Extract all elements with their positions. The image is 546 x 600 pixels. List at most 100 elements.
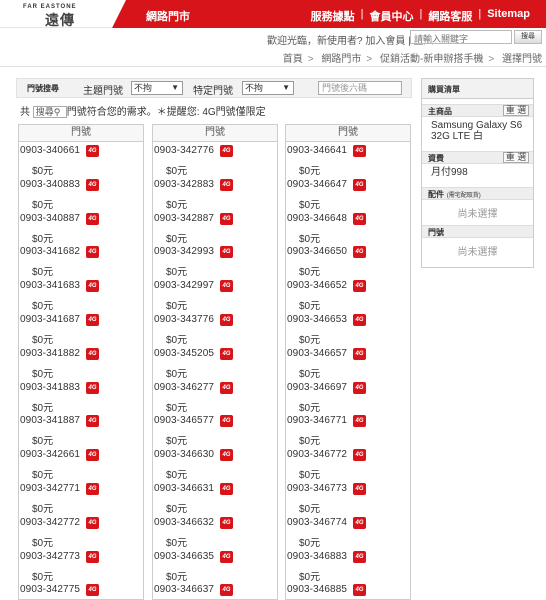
number-item[interactable]: 0903-340661 4G $0元 bbox=[19, 142, 143, 177]
reselect-product-button[interactable]: 重 選 bbox=[503, 105, 529, 116]
number-item[interactable]: 0903-342776 4G $0元 bbox=[153, 142, 277, 177]
number-item[interactable]: 0903-342772 4G $0元 bbox=[19, 514, 143, 549]
mini-search-input[interactable]: 搜尋⚲ bbox=[32, 106, 67, 119]
phone-number[interactable]: 0903-346577 bbox=[154, 415, 214, 426]
phone-number[interactable]: 0903-342997 bbox=[154, 280, 214, 291]
number-item[interactable]: 0903-3427754G$0元 bbox=[19, 581, 143, 599]
number-item[interactable]: 0903-341882 4G $0元 bbox=[19, 345, 143, 380]
number-item[interactable]: 0903-346577 4G $0元 bbox=[153, 412, 277, 447]
phone-number[interactable]: 0903-346637 bbox=[154, 584, 214, 595]
phone-number[interactable]: 0903-346883 bbox=[287, 551, 347, 562]
number-item[interactable]: 0903-342887 4G $0元 bbox=[153, 210, 277, 245]
phone-number[interactable]: 0903-341883 bbox=[20, 382, 80, 393]
number-item[interactable]: 0903-346650 4G $0元 bbox=[286, 243, 410, 278]
phone-number[interactable]: 0903-341882 bbox=[20, 348, 80, 359]
number-item[interactable]: 0903-341683 4G $0元 bbox=[19, 277, 143, 312]
number-item[interactable]: 0903-346632 4G $0元 bbox=[153, 514, 277, 549]
number-item[interactable]: 0903-346653 4G $0元 bbox=[286, 311, 410, 346]
number-item[interactable]: 0903-341687 4G $0元 bbox=[19, 311, 143, 346]
phone-number[interactable]: 0903-346647 bbox=[287, 179, 347, 190]
welcome-text[interactable]: 歡迎光臨，新使用者? 加入會員 | 登入 bbox=[267, 32, 434, 47]
number-item[interactable]: 0903-341682 4G $0元 bbox=[19, 243, 143, 278]
phone-number[interactable]: 0903-346635 bbox=[154, 551, 214, 562]
phone-number[interactable]: 0903-342993 bbox=[154, 246, 214, 257]
number-item[interactable]: 0903-346773 4G $0元 bbox=[286, 480, 410, 515]
phone-number[interactable]: 0903-341687 bbox=[20, 314, 80, 325]
phone-number[interactable]: 0903-342772 bbox=[20, 517, 80, 528]
number-item[interactable]: 0903-346771 4G $0元 bbox=[286, 412, 410, 447]
number-item[interactable]: 0903-346648 4G $0元 bbox=[286, 210, 410, 245]
phone-number[interactable]: 0903-346773 bbox=[287, 483, 347, 494]
number-item[interactable]: 0903-341887 4G $0元 bbox=[19, 412, 143, 447]
last-six-digits-input[interactable]: 門號後六碼 bbox=[318, 81, 402, 95]
number-item[interactable]: 0903-346641 4G $0元 bbox=[286, 142, 410, 177]
number-item[interactable]: 0903-346652 4G $0元 bbox=[286, 277, 410, 312]
number-item[interactable]: 0903-346277 4G $0元 bbox=[153, 379, 277, 414]
phone-number[interactable]: 0903-343776 bbox=[154, 314, 214, 325]
phone-number[interactable]: 0903-342887 bbox=[154, 213, 214, 224]
phone-number[interactable]: 0903-342771 bbox=[20, 483, 80, 494]
number-item[interactable]: 0903-342883 4G $0元 bbox=[153, 176, 277, 211]
number-item[interactable]: 0903-3468854G$0元 bbox=[286, 581, 410, 599]
phone-number[interactable]: 0903-340883 bbox=[20, 179, 80, 190]
phone-number[interactable]: 0903-346650 bbox=[287, 246, 347, 257]
number-item[interactable]: 0903-346772 4G $0元 bbox=[286, 446, 410, 481]
phone-number[interactable]: 0903-342883 bbox=[154, 179, 214, 190]
nav-link-customer-service[interactable]: 網路客服 bbox=[422, 8, 478, 24]
number-item[interactable]: 0903-346774 4G $0元 bbox=[286, 514, 410, 549]
phone-number[interactable]: 0903-341887 bbox=[20, 415, 80, 426]
phone-number[interactable]: 0903-346771 bbox=[287, 415, 347, 426]
number-item[interactable]: 0903-340883 4G $0元 bbox=[19, 176, 143, 211]
breadcrumb-store[interactable]: 網路門市 bbox=[321, 54, 361, 65]
number-item[interactable]: 0903-342993 4G $0元 bbox=[153, 243, 277, 278]
phone-number[interactable]: 0903-346697 bbox=[287, 382, 347, 393]
number-item[interactable]: 0903-342997 4G $0元 bbox=[153, 277, 277, 312]
phone-number[interactable]: 0903-346641 bbox=[287, 145, 347, 156]
number-item[interactable]: 0903-346883 4G $0元 bbox=[286, 548, 410, 583]
number-item[interactable]: 0903-3466374G$0元 bbox=[153, 581, 277, 599]
number-item[interactable]: 0903-341883 4G $0元 bbox=[19, 379, 143, 414]
phone-number[interactable]: 0903-341683 bbox=[20, 280, 80, 291]
theme-number-select[interactable]: 不拘 ▼ bbox=[131, 81, 183, 95]
special-number-select[interactable]: 不拘 ▼ bbox=[242, 81, 294, 95]
keyword-search-input[interactable]: 請輸入關鍵字 bbox=[410, 30, 512, 44]
number-item[interactable]: 0903-346631 4G $0元 bbox=[153, 480, 277, 515]
phone-number[interactable]: 0903-342661 bbox=[20, 449, 80, 460]
phone-number[interactable]: 0903-342775 bbox=[20, 584, 80, 595]
number-item[interactable]: 0903-342661 4G $0元 bbox=[19, 446, 143, 481]
section-title[interactable]: 網路門市 bbox=[146, 8, 190, 24]
phone-number[interactable]: 0903-340661 bbox=[20, 145, 80, 156]
reselect-plan-button[interactable]: 重 選 bbox=[503, 152, 529, 163]
number-item[interactable]: 0903-340887 4G $0元 bbox=[19, 210, 143, 245]
nav-link-service-locations[interactable]: 服務據點 bbox=[305, 8, 361, 24]
nav-link-member-center[interactable]: 會員中心 bbox=[363, 8, 419, 24]
number-item[interactable]: 0903-345205 4G $0元 bbox=[153, 345, 277, 380]
number-item[interactable]: 0903-342773 4G $0元 bbox=[19, 548, 143, 583]
nav-link-sitemap[interactable]: Sitemap bbox=[481, 8, 536, 24]
phone-number[interactable]: 0903-346885 bbox=[287, 584, 347, 595]
fareastone-logo[interactable]: FAR EASTONE 遠傳 bbox=[23, 4, 103, 28]
number-item[interactable]: 0903-346657 4G $0元 bbox=[286, 345, 410, 380]
breadcrumb-home[interactable]: 首頁 bbox=[283, 54, 303, 65]
phone-number[interactable]: 0903-346774 bbox=[287, 517, 347, 528]
phone-number[interactable]: 0903-346277 bbox=[154, 382, 214, 393]
phone-number[interactable]: 0903-341682 bbox=[20, 246, 80, 257]
phone-number[interactable]: 0903-346657 bbox=[287, 348, 347, 359]
phone-number[interactable]: 0903-346631 bbox=[154, 483, 214, 494]
number-item[interactable]: 0903-346647 4G $0元 bbox=[286, 176, 410, 211]
phone-number[interactable]: 0903-340887 bbox=[20, 213, 80, 224]
phone-number[interactable]: 0903-346653 bbox=[287, 314, 347, 325]
phone-number[interactable]: 0903-346632 bbox=[154, 517, 214, 528]
phone-number[interactable]: 0903-346648 bbox=[287, 213, 347, 224]
number-item[interactable]: 0903-343776 4G $0元 bbox=[153, 311, 277, 346]
phone-number[interactable]: 0903-342773 bbox=[20, 551, 80, 562]
phone-number[interactable]: 0903-346630 bbox=[154, 449, 214, 460]
number-item[interactable]: 0903-346635 4G $0元 bbox=[153, 548, 277, 583]
number-item[interactable]: 0903-346630 4G $0元 bbox=[153, 446, 277, 481]
phone-number[interactable]: 0903-342776 bbox=[154, 145, 214, 156]
phone-number[interactable]: 0903-346652 bbox=[287, 280, 347, 291]
breadcrumb-promotion[interactable]: 促銷活動-新申辦搭手機 bbox=[380, 54, 483, 65]
number-item[interactable]: 0903-346697 4G $0元 bbox=[286, 379, 410, 414]
number-item[interactable]: 0903-342771 4G $0元 bbox=[19, 480, 143, 515]
phone-number[interactable]: 0903-346772 bbox=[287, 449, 347, 460]
